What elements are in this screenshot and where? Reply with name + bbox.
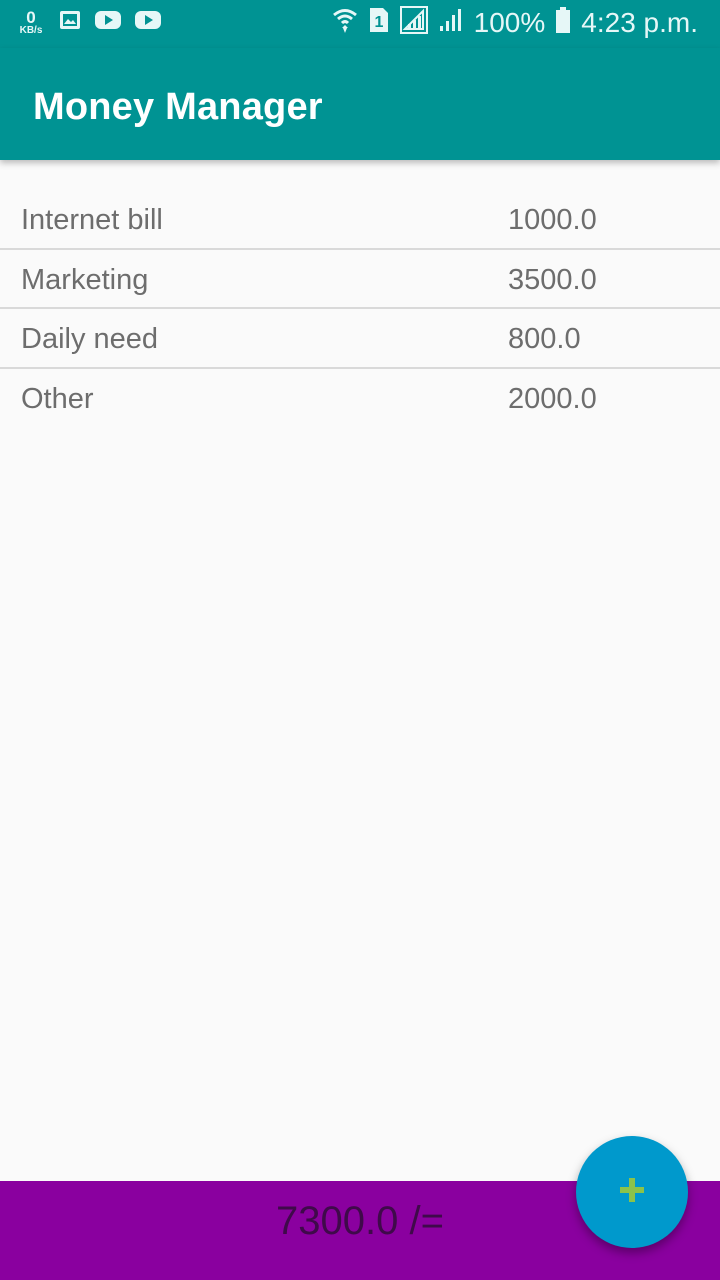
expense-amount: 3500.0 <box>508 263 597 296</box>
app-bar: Money Manager <box>0 48 720 160</box>
network-speed-value: 0 <box>26 8 36 27</box>
expense-amount: 2000.0 <box>508 382 597 415</box>
youtube-icon <box>134 9 162 36</box>
status-bar: 0 KB/s 1 100% 4:23 p.m. <box>0 0 720 48</box>
sim-icon: 1 <box>368 6 390 39</box>
list-item[interactable]: Marketing 3500.0 <box>0 250 720 309</box>
signal-icon <box>399 6 428 39</box>
status-right-group: 1 100% 4:23 p.m. <box>332 6 698 39</box>
expense-amount: 1000.0 <box>508 204 597 236</box>
clock: 4:23 p.m. <box>581 6 698 38</box>
network-speed-unit: KB/s <box>19 25 43 36</box>
page-title: Money Manager <box>33 86 323 128</box>
battery-icon <box>555 6 571 39</box>
add-expense-button[interactable] <box>576 1136 688 1248</box>
list-item[interactable]: Internet bill 1000.0 <box>0 190 720 250</box>
expense-name: Other <box>21 382 94 415</box>
status-left-group: 0 KB/s <box>16 8 162 37</box>
signal-icon <box>438 7 464 38</box>
plus-icon <box>618 1176 646 1209</box>
sim-label: 1 <box>374 14 383 31</box>
expense-name: Marketing <box>21 263 149 296</box>
wifi-icon <box>332 6 358 39</box>
list-item[interactable]: Other 2000.0 <box>0 369 720 429</box>
gallery-icon <box>58 8 82 37</box>
expense-amount: 800.0 <box>508 323 581 355</box>
battery-percentage: 100% <box>473 6 546 38</box>
network-speed: 0 KB/s <box>16 9 46 36</box>
expense-list: Internet bill 1000.0 Marketing 3500.0 Da… <box>0 190 720 428</box>
list-item[interactable]: Daily need 800.0 <box>0 309 720 369</box>
expense-name: Daily need <box>21 323 159 355</box>
youtube-icon <box>94 9 122 36</box>
expense-name: Internet bill <box>21 204 163 236</box>
